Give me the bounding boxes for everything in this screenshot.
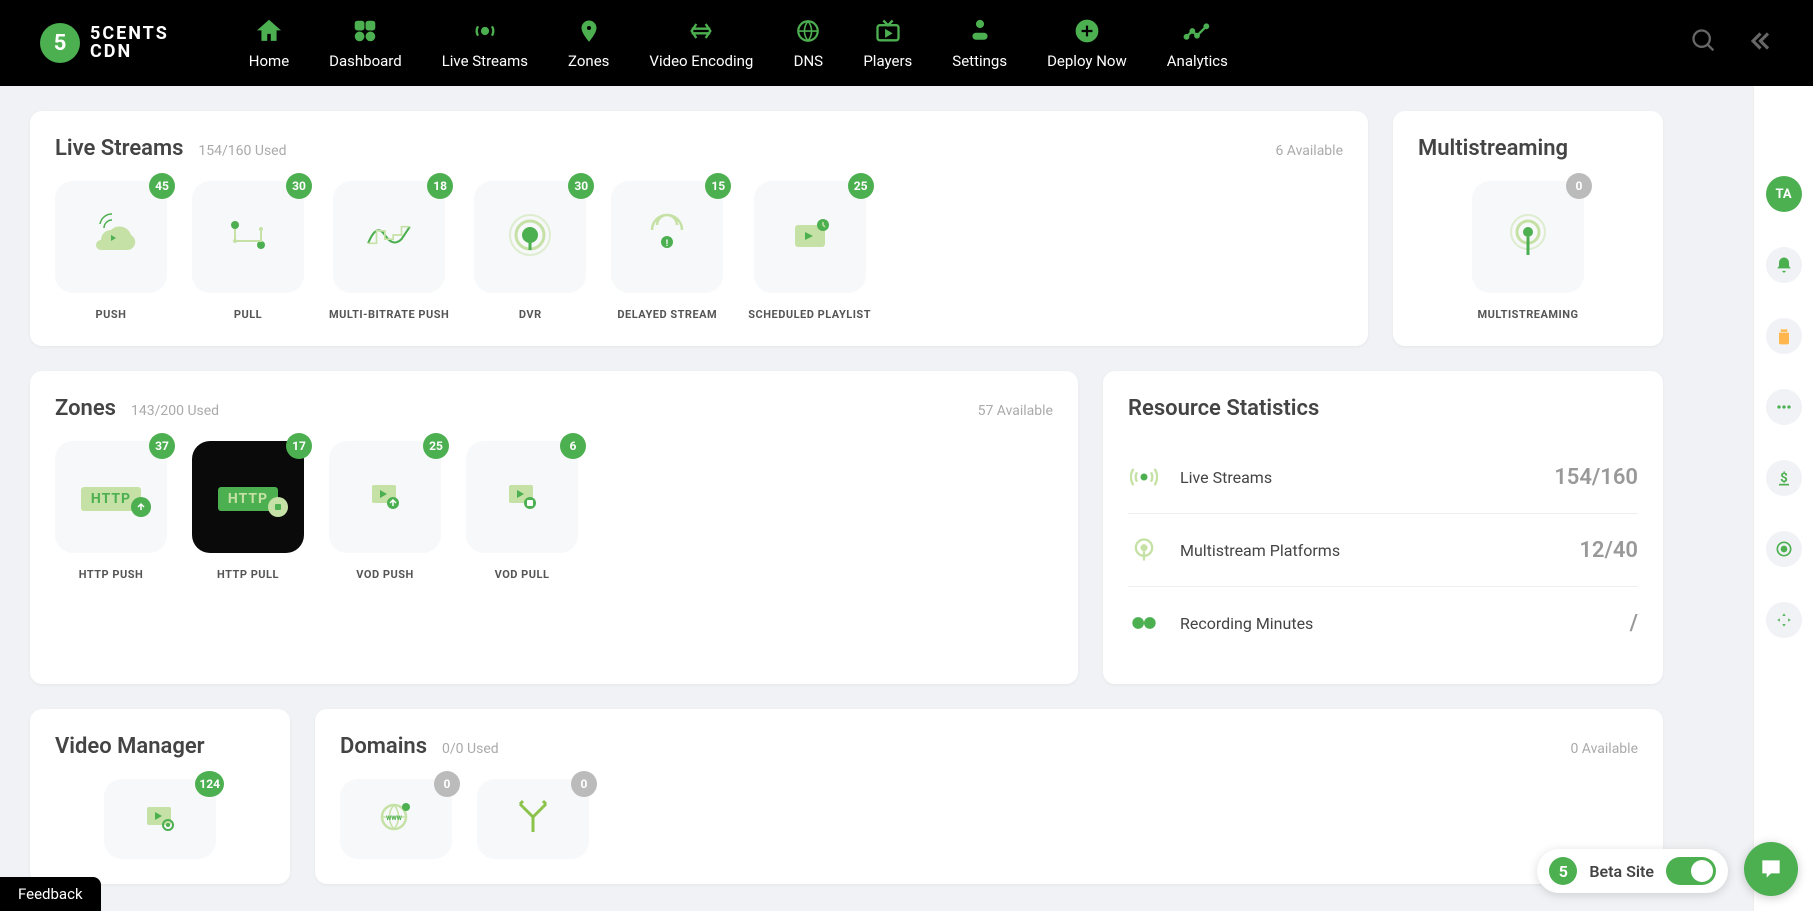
nav-dns[interactable]: DNS — [793, 16, 823, 70]
disk-icon — [268, 497, 288, 517]
brand-mark-small: 5 — [1549, 857, 1577, 885]
live-streams-card: Live Streams 154/160 Used 6 Available 45… — [30, 111, 1368, 346]
tile-vod-pull[interactable]: 6 VOD PULL — [466, 441, 578, 581]
dvr-icon — [505, 210, 555, 264]
stat-row: Live Streams 154/160 — [1128, 441, 1638, 514]
right-rail: TA $ — [1753, 86, 1813, 911]
stat-row: Recording Minutes / — [1128, 587, 1638, 659]
collapse-icon[interactable] — [1743, 26, 1773, 60]
beta-switch[interactable] — [1666, 857, 1716, 885]
pull-icon — [223, 210, 273, 264]
deploy-icon — [1072, 16, 1102, 46]
search-icon[interactable] — [1690, 27, 1718, 59]
tile-push[interactable]: 45 PUSH — [55, 181, 167, 321]
vod-push-icon — [360, 470, 410, 524]
settings-icon — [965, 16, 995, 46]
video-manager-card: Video Manager 124 — [30, 709, 290, 884]
tile-dvr[interactable]: 30 DVR — [474, 181, 586, 321]
bell-icon[interactable] — [1766, 247, 1802, 283]
recording-icon — [1128, 607, 1160, 639]
globe-icon — [793, 16, 823, 46]
tile-domain-route[interactable]: 0 — [477, 779, 589, 859]
nav-players[interactable]: Players — [863, 16, 912, 70]
tile-http-pull[interactable]: 17 HTTP HTTP PULL — [192, 441, 304, 581]
wave-icon — [364, 210, 414, 264]
vod-pull-icon — [497, 470, 547, 524]
svg-text:WWW: WWW — [386, 815, 403, 822]
antenna-icon — [1503, 210, 1553, 264]
chat-button[interactable] — [1744, 842, 1798, 896]
topbar: 5 5CENTS CDN Home Dashboard Live Streams… — [0, 0, 1813, 86]
dashboard-icon — [350, 16, 380, 46]
tile-domain-www[interactable]: 0 WWW — [340, 779, 452, 859]
tile-multistreaming[interactable]: 0 MULTISTREAMING — [1472, 181, 1584, 321]
nav-settings[interactable]: Settings — [952, 16, 1007, 70]
tile-multi-bitrate[interactable]: 18 MULTI-BITRATE PUSH — [329, 181, 449, 321]
nav-zones[interactable]: Zones — [568, 16, 609, 70]
broadcast-icon — [470, 16, 500, 46]
multistreaming-card: Multistreaming 0 MULTISTREAMING — [1393, 111, 1663, 346]
move-icon[interactable] — [1766, 602, 1802, 638]
svg-text:!: ! — [666, 239, 668, 249]
tile-pull[interactable]: 30 PULL — [192, 181, 304, 321]
broadcast-icon — [1128, 461, 1160, 493]
delayed-icon: ! — [642, 210, 692, 264]
nav-video-encoding[interactable]: Video Encoding — [649, 16, 753, 70]
nav-analytics[interactable]: Analytics — [1167, 16, 1228, 70]
zones-card: Zones 143/200 Used 57 Available 37 HTTP … — [30, 371, 1078, 684]
jar-icon[interactable] — [1766, 318, 1802, 354]
routes-icon — [508, 792, 558, 846]
brand-logo[interactable]: 5 5CENTS CDN — [40, 23, 169, 63]
cloud-push-icon — [86, 210, 136, 264]
stats-card: Resource Statistics Live Streams 154/160… — [1103, 371, 1663, 684]
up-arrow-icon — [131, 497, 151, 517]
brand-name-2: CDN — [90, 43, 169, 61]
domains-card: Domains 0/0 Used 0 Available 0 WWW 0 — [315, 709, 1663, 884]
tile-vod-push[interactable]: 25 VOD PUSH — [329, 441, 441, 581]
nav-dashboard[interactable]: Dashboard — [329, 16, 402, 70]
tv-icon — [873, 16, 903, 46]
tile-scheduled[interactable]: 25 SCHEDULED PLAYLIST — [748, 181, 871, 321]
avatar[interactable]: TA — [1766, 176, 1802, 212]
main-content: Live Streams 154/160 Used 6 Available 45… — [0, 86, 1693, 909]
card-title: Live Streams — [55, 136, 183, 161]
record-icon[interactable] — [1766, 531, 1802, 567]
analytics-icon — [1182, 16, 1212, 46]
scheduled-icon — [785, 210, 835, 264]
tile-video-manager[interactable]: 124 — [104, 779, 216, 859]
tile-http-push[interactable]: 37 HTTP HTTP PUSH — [55, 441, 167, 581]
main-nav: Home Dashboard Live Streams Zones Video … — [249, 16, 1670, 70]
www-icon: WWW — [371, 792, 421, 846]
feedback-button[interactable]: Feedback — [0, 877, 101, 911]
dollar-icon[interactable]: $ — [1766, 460, 1802, 496]
antenna-icon — [1128, 534, 1160, 566]
stat-row: Multistream Platforms 12/40 — [1128, 514, 1638, 587]
encoding-icon — [686, 16, 716, 46]
nav-deploy[interactable]: Deploy Now — [1047, 16, 1127, 70]
brand-mark: 5 — [40, 23, 80, 63]
beta-toggle: 5 Beta Site — [1537, 849, 1728, 893]
home-icon — [254, 16, 284, 46]
tile-delayed[interactable]: 15 ! DELAYED STREAM — [611, 181, 723, 321]
video-gear-icon — [135, 792, 185, 846]
pin-icon — [574, 16, 604, 46]
nav-home[interactable]: Home — [249, 16, 289, 70]
nav-live-streams[interactable]: Live Streams — [442, 16, 528, 70]
more-icon[interactable] — [1766, 389, 1802, 425]
